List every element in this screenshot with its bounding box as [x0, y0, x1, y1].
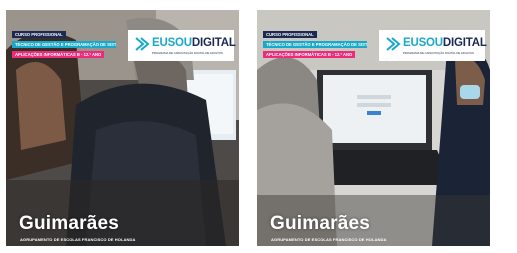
subject-label: APLICAÇÕES INFORMÁTICAS B - 12.º ano: [12, 51, 105, 58]
logo-wordmark: EUSOUDIGITAL: [152, 37, 236, 49]
eusoudigital-logo: EUSOUDIGITAL PROGRAMA DE CAPACITAÇÃO DIG…: [379, 30, 487, 61]
program-label: TÉCNICO DE GESTÃO E PROGRAMAÇÃO DE SISTE…: [12, 41, 116, 48]
school-name: AGRUPAMENTO DE ESCOLAS FRANCISCO DE HOLA…: [20, 237, 136, 242]
subject-label: APLICAÇÕES INFORMÁTICAS B - 12.º ano: [263, 51, 356, 58]
course-tags: CURSO PROFISSIONAL TÉCNICO DE GESTÃO E P…: [263, 31, 367, 61]
photo-card-1[interactable]: CURSO PROFISSIONAL TÉCNICO DE GESTÃO E P…: [6, 10, 239, 246]
city-title: Guimarães: [270, 213, 371, 234]
chevron-logo-icon: [135, 37, 150, 51]
logo-tagline: PROGRAMA DE CAPACITAÇÃO DIGITAL DE ADULT…: [403, 51, 474, 55]
logo-wordmark: EUSOUDIGITAL: [403, 37, 487, 49]
chevron-logo-icon: [386, 37, 401, 51]
school-name: AGRUPAMENTO DE ESCOLAS FRANCISCO DE HOLA…: [271, 237, 387, 242]
course-label: CURSO PROFISSIONAL: [12, 31, 66, 38]
eusoudigital-logo: EUSOUDIGITAL PROGRAMA DE CAPACITAÇÃO DIG…: [128, 30, 236, 61]
course-label: CURSO PROFISSIONAL: [263, 31, 317, 38]
program-label: TÉCNICO DE GESTÃO E PROGRAMAÇÃO DE SISTE…: [263, 41, 367, 48]
city-title: Guimarães: [19, 213, 120, 234]
logo-tagline: PROGRAMA DE CAPACITAÇÃO DIGITAL DE ADULT…: [152, 51, 223, 55]
course-tags: CURSO PROFISSIONAL TÉCNICO DE GESTÃO E P…: [12, 31, 116, 61]
photo-card-2[interactable]: CURSO PROFISSIONAL TÉCNICO DE GESTÃO E P…: [257, 10, 490, 246]
